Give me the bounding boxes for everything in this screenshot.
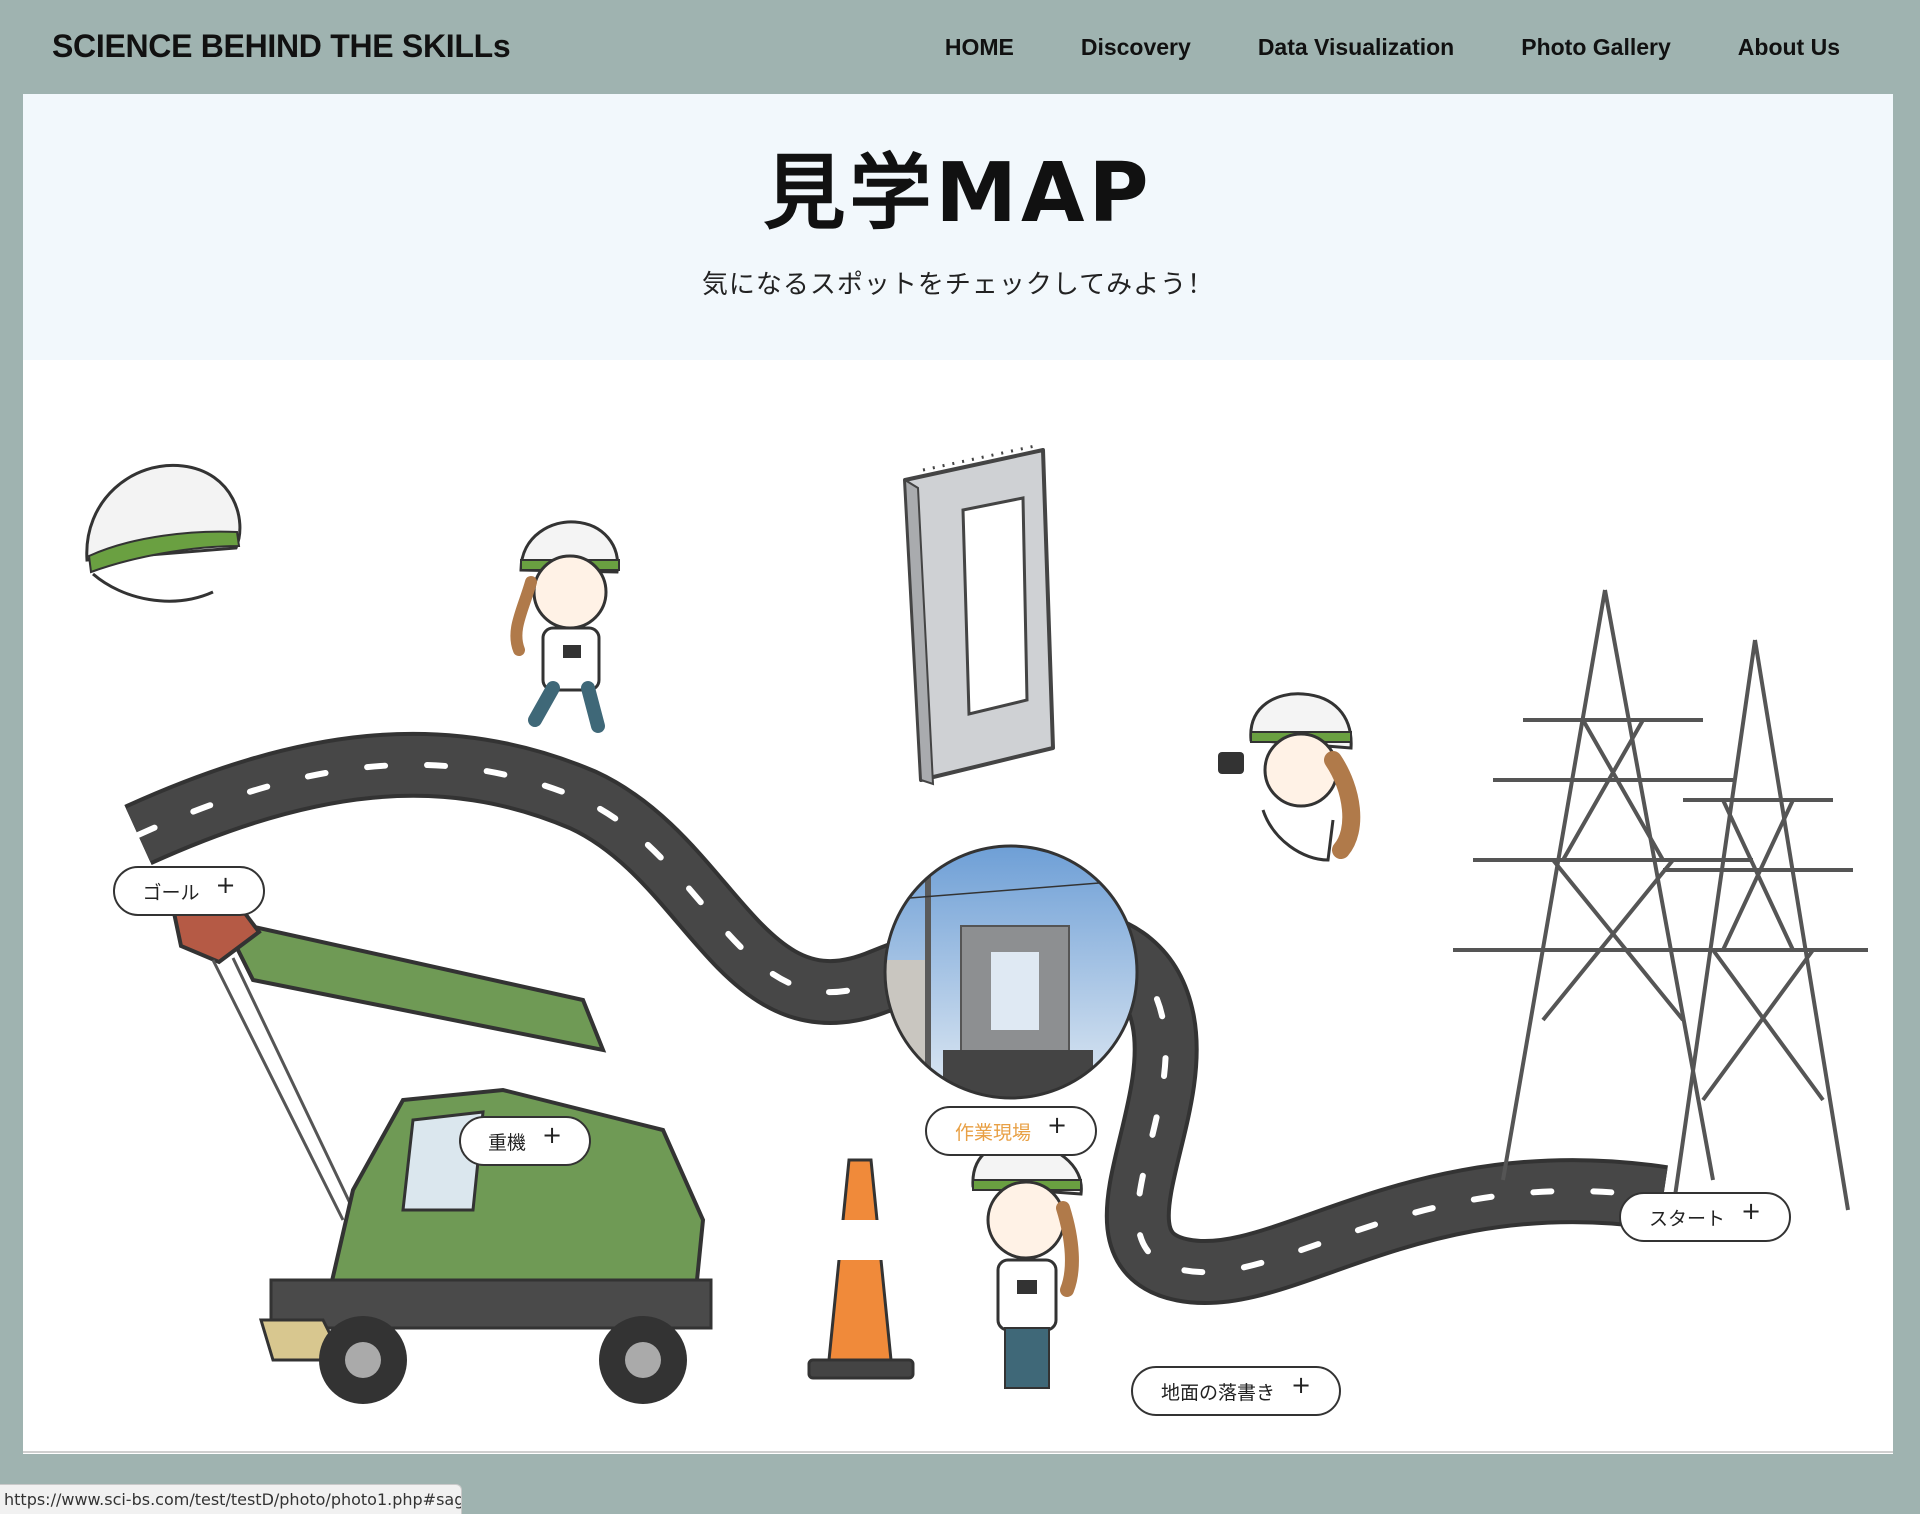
spot-work-site-button[interactable]: 作業現場 + — [925, 1106, 1097, 1156]
worker-camera-illustration — [1218, 692, 1361, 862]
page-title: 見学MAP — [763, 146, 1153, 241]
tour-map: ゴール + 重機 + 作業現場 + スタート + 地面の落書き + — [23, 360, 1893, 1454]
main-nav: HOME Discovery Data Visualization Photo … — [945, 34, 1840, 61]
spot-heavy-machinery-label: 重機 — [487, 1131, 526, 1154]
nav-home[interactable]: HOME — [945, 34, 1014, 61]
plus-icon: + — [541, 1121, 563, 1149]
spot-goal-label: ゴール — [142, 881, 200, 904]
browser-status-bar: https://www.sci-bs.com/test/testD/photo/… — [0, 1484, 462, 1514]
spot-ground-graffiti-label: 地面の落書き — [1160, 1381, 1275, 1404]
spot-start-button[interactable]: スタート + — [1619, 1192, 1791, 1242]
worker-standing-illustration — [971, 1140, 1083, 1389]
spot-heavy-machinery-button[interactable]: 重機 + — [459, 1116, 591, 1166]
spot-ground-graffiti-button[interactable]: 地面の落書き + — [1131, 1366, 1341, 1416]
concrete-frame-illustration — [903, 444, 1055, 786]
spot-start-label: スタート — [1648, 1207, 1725, 1230]
nav-about-us[interactable]: About Us — [1738, 34, 1840, 61]
page-subtitle: 気になるスポットをチェックしてみよう！ — [701, 270, 1215, 300]
site-header: SCIENCE BEHIND THE SKILLs HOME Discovery… — [0, 0, 1920, 94]
nav-discovery[interactable]: Discovery — [1081, 34, 1191, 61]
plus-icon: + — [215, 871, 236, 899]
traffic-cone-illustration — [807, 1158, 915, 1380]
worker-running-illustration — [510, 520, 620, 733]
power-tower-illustration — [1453, 589, 1868, 1211]
crane-truck-illustration — [170, 889, 713, 1404]
content-divider — [23, 1451, 1893, 1453]
nav-data-visualization[interactable]: Data Visualization — [1258, 34, 1454, 61]
spot-goal-button[interactable]: ゴール + — [113, 866, 265, 916]
site-photo-thumbnail[interactable] — [883, 844, 1139, 1100]
map-illustration — [85, 444, 1868, 1404]
site-logo[interactable]: SCIENCE BEHIND THE SKILLs — [52, 28, 511, 65]
nav-photo-gallery[interactable]: Photo Gallery — [1521, 34, 1671, 61]
plus-icon: + — [1290, 1371, 1312, 1399]
plus-icon: + — [1740, 1197, 1762, 1225]
content-card: 見学MAP 気になるスポットをチェックしてみよう！ ゴール + 重機 + 作業現… — [23, 94, 1893, 1454]
helmet-illustration — [85, 463, 242, 603]
spot-work-site-label: 作業現場 — [954, 1121, 1031, 1144]
hero-section: 見学MAP 気になるスポットをチェックしてみよう！ — [23, 94, 1893, 360]
plus-icon: + — [1046, 1111, 1068, 1139]
